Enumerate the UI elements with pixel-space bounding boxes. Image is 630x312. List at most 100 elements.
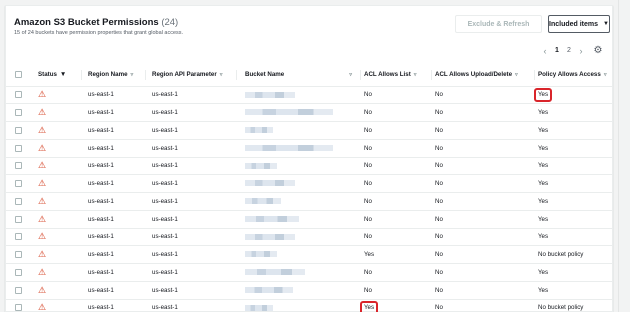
column-status[interactable]: Status ▼ <box>32 64 82 87</box>
table-row[interactable]: ⚠ us-east-1 us-east-1 No No Yes <box>6 263 612 282</box>
row-checkbox[interactable] <box>15 286 22 294</box>
sort-icon[interactable]: ▿ <box>131 72 134 78</box>
acl-upload-cell: No <box>432 245 535 264</box>
table-row[interactable]: ⚠ us-east-1 us-east-1 No No Yes <box>6 103 612 122</box>
sort-desc-icon[interactable]: ▼ <box>60 71 66 78</box>
included-items-button[interactable]: Included items ▼ <box>548 15 610 33</box>
bucket-name-cell <box>237 121 361 140</box>
region-name-cell: us-east-1 <box>82 103 146 122</box>
table-row[interactable]: ⚠ us-east-1 us-east-1 Yes No No bucket policy <box>6 245 612 264</box>
row-checkbox[interactable] <box>15 215 22 223</box>
status-cell: ⚠ <box>32 245 82 264</box>
column-acl-list[interactable]: ACL Allows List ▿ <box>361 64 432 87</box>
table-row[interactable]: ⚠ us-east-1 us-east-1 No No Yes <box>6 86 612 105</box>
page-1-link[interactable]: 1 <box>551 47 563 54</box>
region-name-cell: us-east-1 <box>82 299 146 312</box>
gear-icon[interactable]: ⚙ <box>591 45 605 56</box>
sort-icon[interactable]: ▿ <box>220 72 223 78</box>
table-row[interactable]: ⚠ us-east-1 us-east-1 No No Yes <box>6 139 612 158</box>
policy-access-cell: Yes <box>535 174 612 193</box>
warning-icon: ⚠ <box>38 89 47 100</box>
redacted-bucket-name <box>245 251 277 258</box>
table-row[interactable]: ⚠ us-east-1 us-east-1 No No Yes <box>6 281 612 300</box>
warning-icon: ⚠ <box>38 107 47 118</box>
region-api-cell: us-east-1 <box>146 281 237 300</box>
acl-list-value: No <box>364 215 372 223</box>
region-api-cell: us-east-1 <box>146 192 237 211</box>
table-row[interactable]: ⚠ us-east-1 us-east-1 No No Yes <box>6 157 612 176</box>
column-bucket-name[interactable]: Bucket Name ▿ <box>237 64 361 87</box>
highlighted-value: Yes <box>534 87 553 102</box>
acl-list-cell: No <box>361 192 432 211</box>
row-select-cell <box>6 192 32 211</box>
sort-icon[interactable]: ▿ <box>349 72 352 78</box>
select-all-checkbox[interactable] <box>15 71 22 79</box>
caret-down-icon: ▼ <box>603 21 609 27</box>
page-scrollbar[interactable] <box>618 0 630 312</box>
policy-access-cell: Yes <box>535 210 612 229</box>
policy-access-cell: Yes <box>535 228 612 247</box>
status-cell: ⚠ <box>32 281 82 300</box>
row-checkbox[interactable] <box>15 126 22 134</box>
bucket-count: (24) <box>161 17 179 28</box>
redacted-bucket-name <box>245 127 273 134</box>
bucket-name-cell <box>237 228 361 247</box>
row-checkbox[interactable] <box>15 197 22 205</box>
row-checkbox[interactable] <box>15 144 22 152</box>
acl-list-cell: No <box>361 86 432 105</box>
exclude-refresh-button[interactable]: Exclude & Refresh <box>455 15 542 33</box>
select-all-cell <box>6 64 32 87</box>
status-cell: ⚠ <box>32 86 82 105</box>
acl-upload-cell: No <box>432 299 535 312</box>
prev-page-icon[interactable]: ‹ <box>539 46 551 56</box>
table-row[interactable]: ⚠ us-east-1 us-east-1 No No Yes <box>6 228 612 247</box>
status-cell: ⚠ <box>32 139 82 158</box>
status-cell: ⚠ <box>32 157 82 176</box>
acl-list-value: No <box>364 126 372 134</box>
warning-icon: ⚠ <box>38 284 47 295</box>
row-checkbox[interactable] <box>15 304 22 312</box>
acl-upload-cell: No <box>432 263 535 282</box>
column-status-label: Status <box>38 71 57 79</box>
redacted-bucket-name <box>245 269 305 276</box>
table-row[interactable]: ⚠ us-east-1 us-east-1 Yes No No bucket policy <box>6 299 612 312</box>
sort-icon[interactable]: ▿ <box>414 72 417 78</box>
region-api-cell: us-east-1 <box>146 228 237 247</box>
column-region-name[interactable]: Region Name ▿ <box>82 64 146 87</box>
row-checkbox[interactable] <box>15 180 22 188</box>
column-policy-access[interactable]: Policy Allows Access ▿ <box>535 64 612 87</box>
page-2-link[interactable]: 2 <box>563 47 575 54</box>
row-select-cell <box>6 157 32 176</box>
row-checkbox[interactable] <box>15 233 22 241</box>
sort-icon[interactable]: ▿ <box>515 72 518 78</box>
pagination: ‹ 1 2 › ⚙ <box>539 45 605 56</box>
acl-list-cell: No <box>361 121 432 140</box>
column-region-api[interactable]: Region API Parameter ▿ <box>146 64 237 87</box>
row-checkbox[interactable] <box>15 268 22 276</box>
region-api-cell: us-east-1 <box>146 121 237 140</box>
policy-access-value: Yes <box>538 215 549 223</box>
row-checkbox[interactable] <box>15 109 22 117</box>
table-row[interactable]: ⚠ us-east-1 us-east-1 No No Yes <box>6 210 612 229</box>
redacted-bucket-name <box>245 180 295 187</box>
bucket-name-cell <box>237 263 361 282</box>
bucket-name-cell <box>237 210 361 229</box>
row-select-cell <box>6 121 32 140</box>
table-row[interactable]: ⚠ us-east-1 us-east-1 No No Yes <box>6 174 612 193</box>
row-checkbox[interactable] <box>15 251 22 259</box>
row-checkbox[interactable] <box>15 91 22 99</box>
row-select-cell <box>6 299 32 312</box>
policy-access-cell: No bucket policy <box>535 299 612 312</box>
table-row[interactable]: ⚠ us-east-1 us-east-1 No No Yes <box>6 121 612 140</box>
row-select-cell <box>6 139 32 158</box>
sort-icon[interactable]: ▿ <box>604 72 607 78</box>
policy-access-value: Yes <box>538 286 549 294</box>
warning-icon: ⚠ <box>38 249 47 260</box>
redacted-bucket-name <box>245 286 293 293</box>
table-row[interactable]: ⚠ us-east-1 us-east-1 No No Yes <box>6 192 612 211</box>
panel-subtitle: 15 of 24 buckets have permission propert… <box>14 30 184 36</box>
acl-list-cell: No <box>361 103 432 122</box>
next-page-icon[interactable]: › <box>575 46 587 56</box>
row-checkbox[interactable] <box>15 162 22 170</box>
column-acl-upload[interactable]: ACL Allows Upload/Delete ▿ <box>432 64 535 87</box>
